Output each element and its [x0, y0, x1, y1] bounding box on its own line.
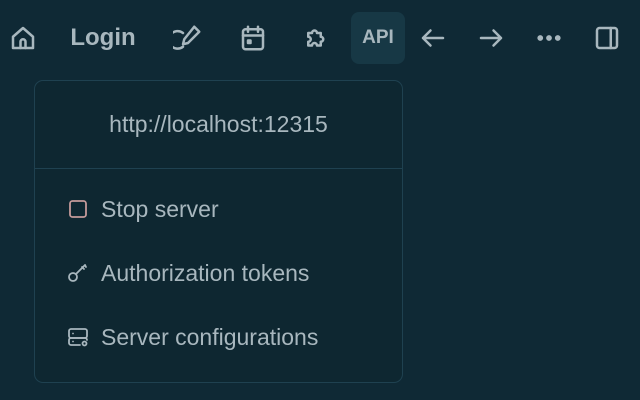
authorization-tokens-item[interactable]: Authorization tokens [65, 253, 309, 293]
api-button[interactable]: API [351, 12, 405, 64]
calendar-button[interactable] [235, 12, 271, 64]
stop-server-label: Stop server [101, 195, 219, 222]
server-cog-icon [65, 324, 91, 350]
toggle-sidebar-button[interactable] [589, 12, 625, 64]
authorization-tokens-label: Authorization tokens [101, 259, 310, 286]
edit-button[interactable] [170, 12, 206, 64]
more-icon [537, 35, 561, 41]
forward-button[interactable] [473, 12, 509, 64]
home-button[interactable] [6, 12, 40, 64]
server-configurations-label: Server configurations [101, 323, 319, 350]
more-button[interactable] [531, 12, 567, 64]
arrow-left-icon [421, 29, 445, 47]
pencil-icon [173, 25, 201, 50]
server-url: http://localhost:12315 [35, 81, 402, 169]
plugins-button[interactable] [299, 12, 335, 64]
arrow-right-icon [479, 29, 503, 47]
sidebar-panel-icon [595, 26, 619, 50]
stop-icon [65, 196, 91, 222]
puzzle-icon [307, 29, 325, 47]
stop-server-item[interactable]: Stop server [65, 189, 219, 229]
key-icon [65, 260, 91, 286]
login-button[interactable]: Login [62, 12, 144, 64]
back-button[interactable] [415, 12, 451, 64]
api-server-menu: http://localhost:12315 Stop server Autho… [34, 80, 403, 383]
home-icon [11, 26, 35, 50]
server-configurations-item[interactable]: Server configurations [65, 317, 318, 357]
calendar-icon [241, 25, 265, 51]
